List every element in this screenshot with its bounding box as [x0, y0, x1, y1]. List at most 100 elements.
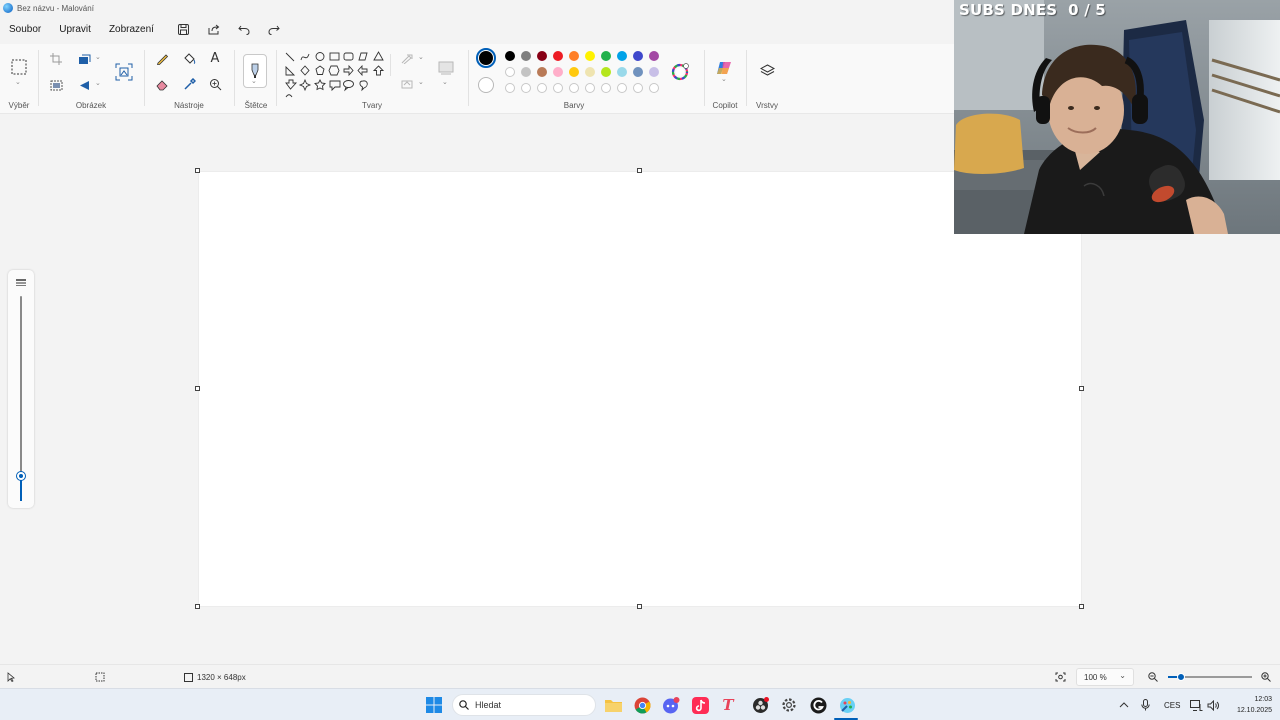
text-icon[interactable]: A [207, 50, 223, 66]
shapes-gallery[interactable] [284, 51, 388, 99]
color-swatch[interactable] [521, 51, 531, 61]
color-swatch[interactable] [553, 51, 563, 61]
browser-g-icon[interactable] [808, 695, 828, 715]
group-label-selection: Výběr [8, 101, 30, 110]
custom-color-slot[interactable] [537, 83, 547, 93]
chevron-down-icon[interactable]: ⌄ [442, 78, 448, 86]
obs-recording-icon[interactable] [750, 695, 770, 715]
select-rectangle-icon[interactable] [9, 58, 29, 76]
color-picker-icon[interactable] [181, 76, 197, 92]
outline-icon[interactable] [400, 52, 414, 66]
window-title: Bez názvu - Malování [17, 3, 94, 13]
microphone-icon[interactable] [1141, 689, 1150, 720]
zoom-out-icon[interactable] [1148, 665, 1158, 689]
shape-fill-style-icon[interactable] [436, 58, 456, 78]
volume-icon[interactable] [1207, 689, 1220, 720]
menu-view[interactable]: Zobrazení [100, 24, 163, 35]
custom-color-slot[interactable] [617, 83, 627, 93]
save-icon[interactable] [169, 19, 199, 39]
eraser-icon[interactable] [154, 76, 170, 92]
redo-icon[interactable] [259, 19, 289, 39]
menu-edit[interactable]: Upravit [50, 24, 100, 35]
file-explorer-icon[interactable] [603, 695, 623, 715]
color-swatch[interactable] [617, 67, 627, 77]
resize-handle[interactable] [1079, 386, 1084, 391]
zoom-slider-thumb[interactable] [1176, 673, 1185, 681]
typing-app-icon[interactable]: T [718, 695, 738, 715]
chevron-down-icon[interactable]: ⌄ [15, 78, 21, 86]
taskbar-clock[interactable]: 12:03 12.10.2025 [1226, 694, 1272, 716]
network-icon[interactable] [1190, 689, 1203, 720]
chevron-down-icon[interactable]: ⌄ [418, 53, 424, 61]
primary-color-selector[interactable] [476, 48, 496, 68]
crop-icon[interactable] [48, 52, 64, 66]
color-swatch[interactable] [649, 51, 659, 61]
share-icon[interactable] [199, 19, 229, 39]
menu-bar: Soubor Upravit Zobrazení [0, 18, 289, 40]
color-swatch[interactable] [633, 67, 643, 77]
fill-bucket-icon[interactable] [181, 50, 197, 66]
fill-icon[interactable] [400, 77, 414, 91]
discord-icon[interactable] [661, 695, 681, 715]
zoom-level-select[interactable]: 100 % ⌄ [1076, 668, 1134, 686]
color-swatch[interactable] [569, 67, 579, 77]
pencil-icon[interactable] [154, 50, 170, 66]
chevron-down-icon[interactable]: ⌄ [251, 77, 257, 85]
custom-color-slot[interactable] [569, 83, 579, 93]
resize-handle[interactable] [637, 604, 642, 609]
undo-icon[interactable] [229, 19, 259, 39]
paint-taskbar-icon[interactable] [837, 695, 857, 715]
tiktok-icon[interactable] [690, 695, 710, 715]
color-swatch[interactable] [585, 67, 595, 77]
color-swatch[interactable] [537, 51, 547, 61]
color-swatch[interactable] [553, 67, 563, 77]
chevron-down-icon[interactable]: ⌄ [95, 53, 101, 61]
custom-color-slot[interactable] [649, 83, 659, 93]
start-button-icon[interactable] [424, 695, 444, 715]
resize-handle[interactable] [195, 386, 200, 391]
custom-color-slot[interactable] [505, 83, 515, 93]
taskbar-search[interactable]: Hledat [452, 694, 596, 716]
custom-color-slot[interactable] [601, 83, 611, 93]
color-swatch[interactable] [601, 67, 611, 77]
chevron-down-icon[interactable]: ⌄ [95, 79, 101, 87]
menu-file[interactable]: Soubor [0, 24, 50, 35]
select-all-icon[interactable] [48, 78, 64, 92]
custom-color-slot[interactable] [521, 83, 531, 93]
secondary-color-swatch[interactable] [478, 77, 494, 93]
show-hidden-icons-icon[interactable] [1119, 689, 1129, 720]
resize-handle[interactable] [195, 604, 200, 609]
brush-size-track[interactable] [20, 296, 22, 501]
color-swatch[interactable] [505, 67, 515, 77]
resize-handle[interactable] [1079, 604, 1084, 609]
color-swatch[interactable] [633, 51, 643, 61]
color-swatch[interactable] [569, 51, 579, 61]
layers-icon[interactable] [757, 62, 777, 80]
edit-colors-icon[interactable] [670, 62, 690, 82]
drawing-canvas[interactable] [199, 172, 1081, 606]
settings-gear-icon[interactable] [779, 695, 799, 715]
brush-size-thumb[interactable] [17, 472, 25, 481]
custom-color-slot[interactable] [633, 83, 643, 93]
resize-handle[interactable] [195, 168, 200, 173]
image-generator-icon[interactable] [114, 62, 134, 82]
zoom-in-icon[interactable] [1261, 665, 1271, 689]
color-swatch[interactable] [649, 67, 659, 77]
color-swatch[interactable] [521, 67, 531, 77]
magnifier-icon[interactable] [207, 76, 223, 92]
resize-icon[interactable] [76, 52, 92, 66]
chevron-down-icon[interactable]: ⌄ [721, 75, 727, 83]
color-swatch[interactable] [585, 51, 595, 61]
custom-color-slot[interactable] [553, 83, 563, 93]
color-swatch[interactable] [617, 51, 627, 61]
resize-handle[interactable] [637, 168, 642, 173]
chevron-down-icon[interactable]: ⌄ [418, 78, 424, 86]
language-indicator[interactable]: CES [1164, 689, 1180, 720]
rotate-icon[interactable] [76, 78, 92, 92]
color-swatch[interactable] [505, 51, 515, 61]
fit-to-window-icon[interactable] [1055, 665, 1066, 689]
color-swatch[interactable] [601, 51, 611, 61]
custom-color-slot[interactable] [585, 83, 595, 93]
color-swatch[interactable] [537, 67, 547, 77]
chrome-icon[interactable] [632, 695, 652, 715]
